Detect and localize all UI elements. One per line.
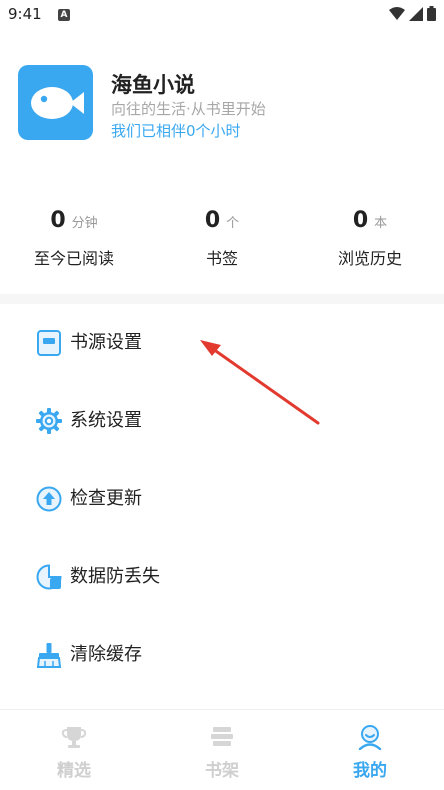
stat-bookmarks[interactable]: 0个 书签 [148,205,296,275]
book-source-icon [37,330,61,356]
annotation-arrow [200,340,320,425]
stat-reading-time[interactable]: 0 分钟 至今已阅读 [0,205,148,275]
stat-label: 书签 [205,249,238,268]
menu-label: 数据防丢失 [70,566,160,587]
tab-bookshelf[interactable]: 书架 [148,710,296,790]
trophy-icon [61,727,87,748]
stat-label: 至今已阅读 [33,249,114,268]
data-backup-icon [36,564,62,590]
menu-label: 检查更新 [70,488,142,509]
tab-label: 我的 [353,761,387,781]
menu-label: 清除缓存 [70,644,142,665]
notification-icon: A [58,9,70,21]
upload-arrow-icon [36,486,62,512]
app-slogan: 向往的生活·从书里开始 [111,100,266,118]
stat-value: 0 [204,208,221,233]
stat-history[interactable]: 0本 浏览历史 [296,205,444,275]
tab-label: 精选 [57,761,91,781]
stat-value: 0 [352,208,369,233]
companion-hours: 我们已相伴0个小时 [111,122,241,140]
section-divider [0,294,444,304]
status-time: 9:41 [8,5,42,23]
menu-item-data-backup[interactable]: 数据防丢失 [0,538,444,616]
notification-icon-letter: A [60,10,68,20]
menu-item-check-update[interactable]: 检查更新 [0,460,444,538]
app-logo [18,65,93,140]
menu-label: 系统设置 [70,410,142,431]
tab-mine[interactable]: 我的 [296,710,444,790]
stat-label: 浏览历史 [337,249,402,268]
stat-value: 0 [50,208,66,233]
status-bar: 9:41 A [0,0,444,30]
broom-icon [36,643,62,668]
profile-header: 海鱼小说 向往的生活·从书里开始 我们已相伴0个小时 [18,65,428,140]
wifi-icon [389,6,405,20]
stat-unit: 本 [374,216,388,231]
bookshelf-icon [211,727,233,746]
user-icon [358,725,382,750]
battery-icon [427,6,436,21]
status-icons [389,6,436,21]
signal-icon [409,6,423,21]
app-title: 海鱼小说 [111,73,195,97]
bottom-tab-bar: 精选 书架 我的 [0,709,444,790]
gear-icon [36,408,62,434]
menu-label: 书源设置 [70,332,142,353]
stat-unit: 分钟 [71,216,98,231]
tab-label: 书架 [205,761,239,781]
reading-stats: 0 分钟 至今已阅读 0个 书签 0本 浏览历史 [0,205,444,275]
fish-icon [31,87,84,119]
menu-item-clear-cache[interactable]: 清除缓存 [0,616,444,694]
tab-featured[interactable]: 精选 [0,710,148,790]
stat-unit: 个 [226,216,240,231]
